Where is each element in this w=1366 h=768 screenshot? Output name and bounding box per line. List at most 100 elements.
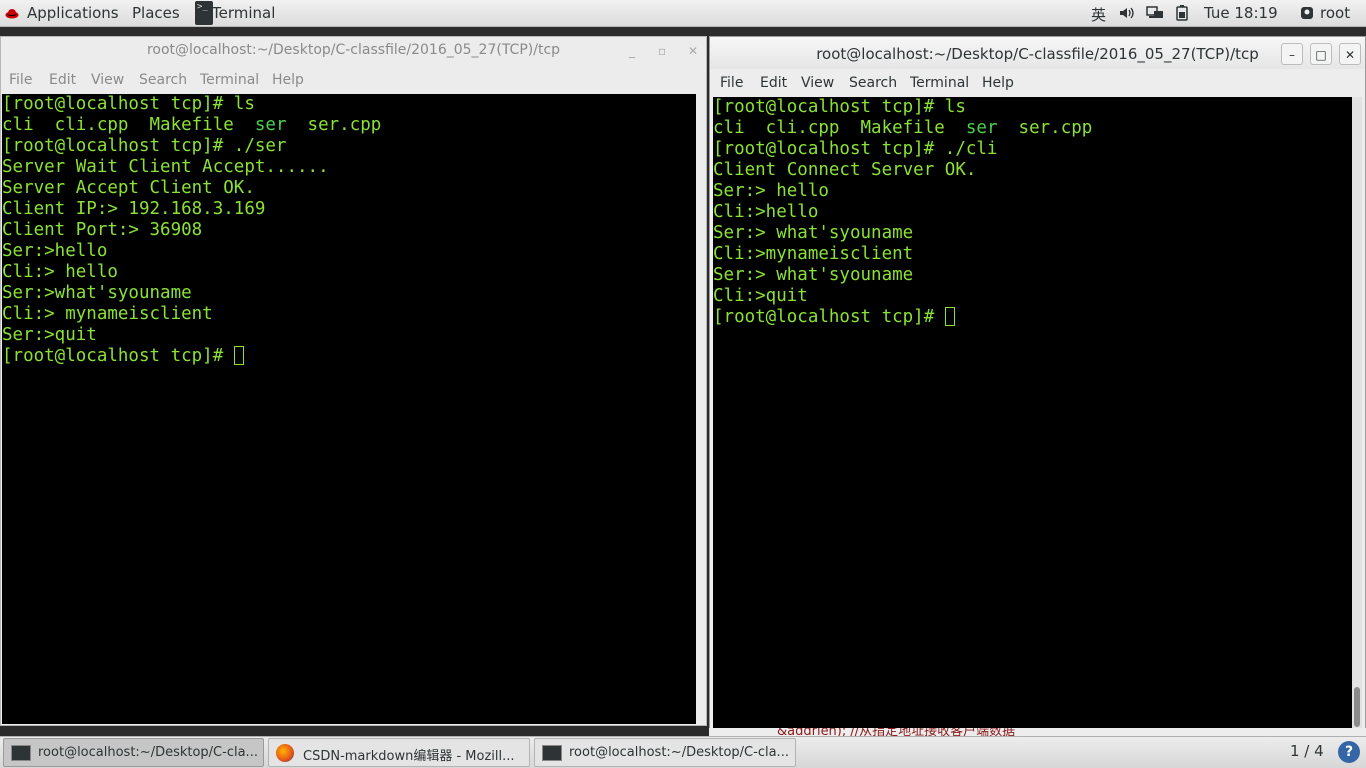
scrollbar[interactable] [1352,97,1362,729]
terminal-line: Ser:>hello [2,241,696,262]
volume-icon[interactable] [1119,6,1135,24]
close-button[interactable]: ✕ [1339,43,1361,65]
terminal-line: Ser:> what'syouname [713,223,1352,244]
terminal-line: Cli:> mynameisclient [2,304,696,325]
terminal-text: Ser:>what'syouname [2,283,192,303]
maximize-button[interactable]: ▫ [658,44,666,58]
terminal-output[interactable]: [root@localhost tcp]# ls cli cli.cpp Make… [2,94,696,724]
taskbar-item-firefox[interactable]: CSDN-markdown编辑器 - Mozill... [268,738,530,767]
taskbar-item-label: CSDN-markdown编辑器 - Mozill... [303,749,515,764]
titlebar[interactable]: root@localhost:~/Desktop/C-classfile/201… [710,37,1365,69]
taskbar-item-terminal-2[interactable]: root@localhost:~/Desktop/C-cla... [534,738,796,767]
network-icon[interactable] [1146,6,1164,24]
terminal-text: Client Connect Server OK. [713,160,977,180]
maximize-button[interactable]: □ [1310,43,1332,65]
terminal-line: Client IP:> 192.168.3.169 [2,199,696,220]
background-window-text: &addrlen); //从指定地址接收客户端数据 [777,728,1016,736]
terminal-text: Ser:>hello [2,241,108,261]
terminal-line: Client Port:> 36908 [2,220,696,241]
terminal-output[interactable]: [root@localhost tcp]# ls cli cli.cpp Make… [713,97,1352,729]
terminal-text: Cli:> mynameisclient [2,304,213,324]
terminal-text: Cli:>mynameisclient [713,244,914,264]
terminal-line: Cli:> hello [2,262,696,283]
terminal-window-server[interactable]: root@localhost:~/Desktop/C-classfile/201… [0,36,707,726]
terminal-icon [542,745,562,761]
close-button[interactable]: ✕ [688,44,698,58]
window-title: root@localhost:~/Desktop/C-classfile/201… [816,45,1259,63]
taskbar-item-terminal-1[interactable]: root@localhost:~/Desktop/C-cla... [3,738,264,767]
menu-edit[interactable]: Edit [49,72,76,88]
terminal-text: ser [965,118,998,138]
terminal-line: Ser:>quit [2,325,696,346]
terminal-line: [root@localhost tcp]# [713,307,1352,328]
terminal-line: Cli:>mynameisclient [713,244,1352,265]
terminal-text: [root@localhost tcp]# ls [2,94,255,114]
background-window-peek: &addrlen); //从指定地址接收客户端数据 [709,728,1366,736]
terminal-text: Client IP:> 192.168.3.169 [2,199,266,219]
terminal-text: [root@localhost tcp]# ls [713,97,966,117]
terminal-line: [root@localhost tcp]# ./cli [713,139,1352,160]
taskbar-item-label: root@localhost:~/Desktop/C-cla... [569,745,789,760]
terminal-text: Cli:>quit [713,286,808,306]
terminal-window-client[interactable]: root@localhost:~/Desktop/C-classfile/201… [709,36,1366,730]
menu-search[interactable]: Search [139,72,187,88]
terminal-text: Client Port:> 36908 [2,220,203,240]
help-button[interactable]: ? [1338,741,1360,763]
menu-terminal[interactable]: Terminal [910,75,969,91]
terminal-text: ser.cpp [997,118,1093,138]
terminal-text: cli.cpp Makefile [744,118,966,138]
active-app-indicator[interactable]: Terminal [192,0,282,27]
input-method-indicator[interactable]: 英 [1091,4,1106,25]
menu-search[interactable]: Search [849,75,897,91]
terminal-text: ser [254,115,287,135]
firefox-icon [276,744,294,762]
window-title: root@localhost:~/Desktop/C-classfile/201… [146,42,561,58]
applications-menu[interactable]: Applications [27,4,119,22]
terminal-text: Server Wait Client Accept...... [2,157,329,177]
terminal-text: [root@localhost tcp]# [2,346,234,366]
menu-help[interactable]: Help [272,72,304,88]
terminal-cursor [233,346,244,365]
menu-view[interactable]: View [91,72,124,88]
minimize-button[interactable]: _ [629,44,635,58]
terminal-text: ser.cpp [286,115,382,135]
battery-icon[interactable] [1175,5,1189,25]
terminal-text: [root@localhost tcp]# ./cli [713,139,998,159]
terminal-line: cli cli.cpp Makefile ser ser.cpp [713,118,1352,139]
menu-terminal[interactable]: Terminal [200,72,259,88]
terminal-line: cli cli.cpp Makefile ser ser.cpp [2,115,696,136]
top-panel: Applications Places Terminal 英 Tue 18:19… [0,0,1366,27]
terminal-line: Server Wait Client Accept...... [2,157,696,178]
workspace-pager[interactable]: 1 / 4 [1290,742,1324,760]
menu-file[interactable]: File [720,75,743,91]
taskbar-item-label: root@localhost:~/Desktop/C-cla... [38,745,258,760]
terminal-text: Ser:>quit [2,325,97,345]
terminal-text: Ser:> what'syouname [713,265,914,285]
menu-help[interactable]: Help [982,75,1014,91]
terminal-text: Cli:> hello [2,262,118,282]
terminal-line: Cli:>quit [713,286,1352,307]
redhat-logo-icon [5,6,19,20]
titlebar[interactable]: root@localhost:~/Desktop/C-classfile/201… [1,37,706,65]
scrollbar-thumb[interactable] [1354,687,1360,727]
active-app-label: Terminal [212,4,276,22]
minimize-button[interactable]: – [1281,43,1303,65]
terminal-text: Cli:>hello [713,202,819,222]
terminal-text: cli [713,118,745,138]
terminal-line: [root@localhost tcp]# ls [2,94,696,115]
menu-view[interactable]: View [801,75,834,91]
terminal-line: Cli:>hello [713,202,1352,223]
user-menu[interactable]: root [1320,4,1350,22]
terminal-line: Ser:>what'syouname [2,283,696,304]
terminal-text: [root@localhost tcp]# [713,307,945,327]
terminal-text: Ser:> what'syouname [713,223,914,243]
terminal-text: [root@localhost tcp]# ./ser [2,136,287,156]
terminal-line: Ser:> hello [713,181,1352,202]
terminal-text: cli.cpp Makefile [33,115,255,135]
places-menu[interactable]: Places [132,4,180,22]
terminal-line: [root@localhost tcp]# ls [713,97,1352,118]
menu-file[interactable]: File [9,72,32,88]
menu-edit[interactable]: Edit [760,75,787,91]
clock[interactable]: Tue 18:19 [1204,4,1278,22]
terminal-text: Ser:> hello [713,181,829,201]
